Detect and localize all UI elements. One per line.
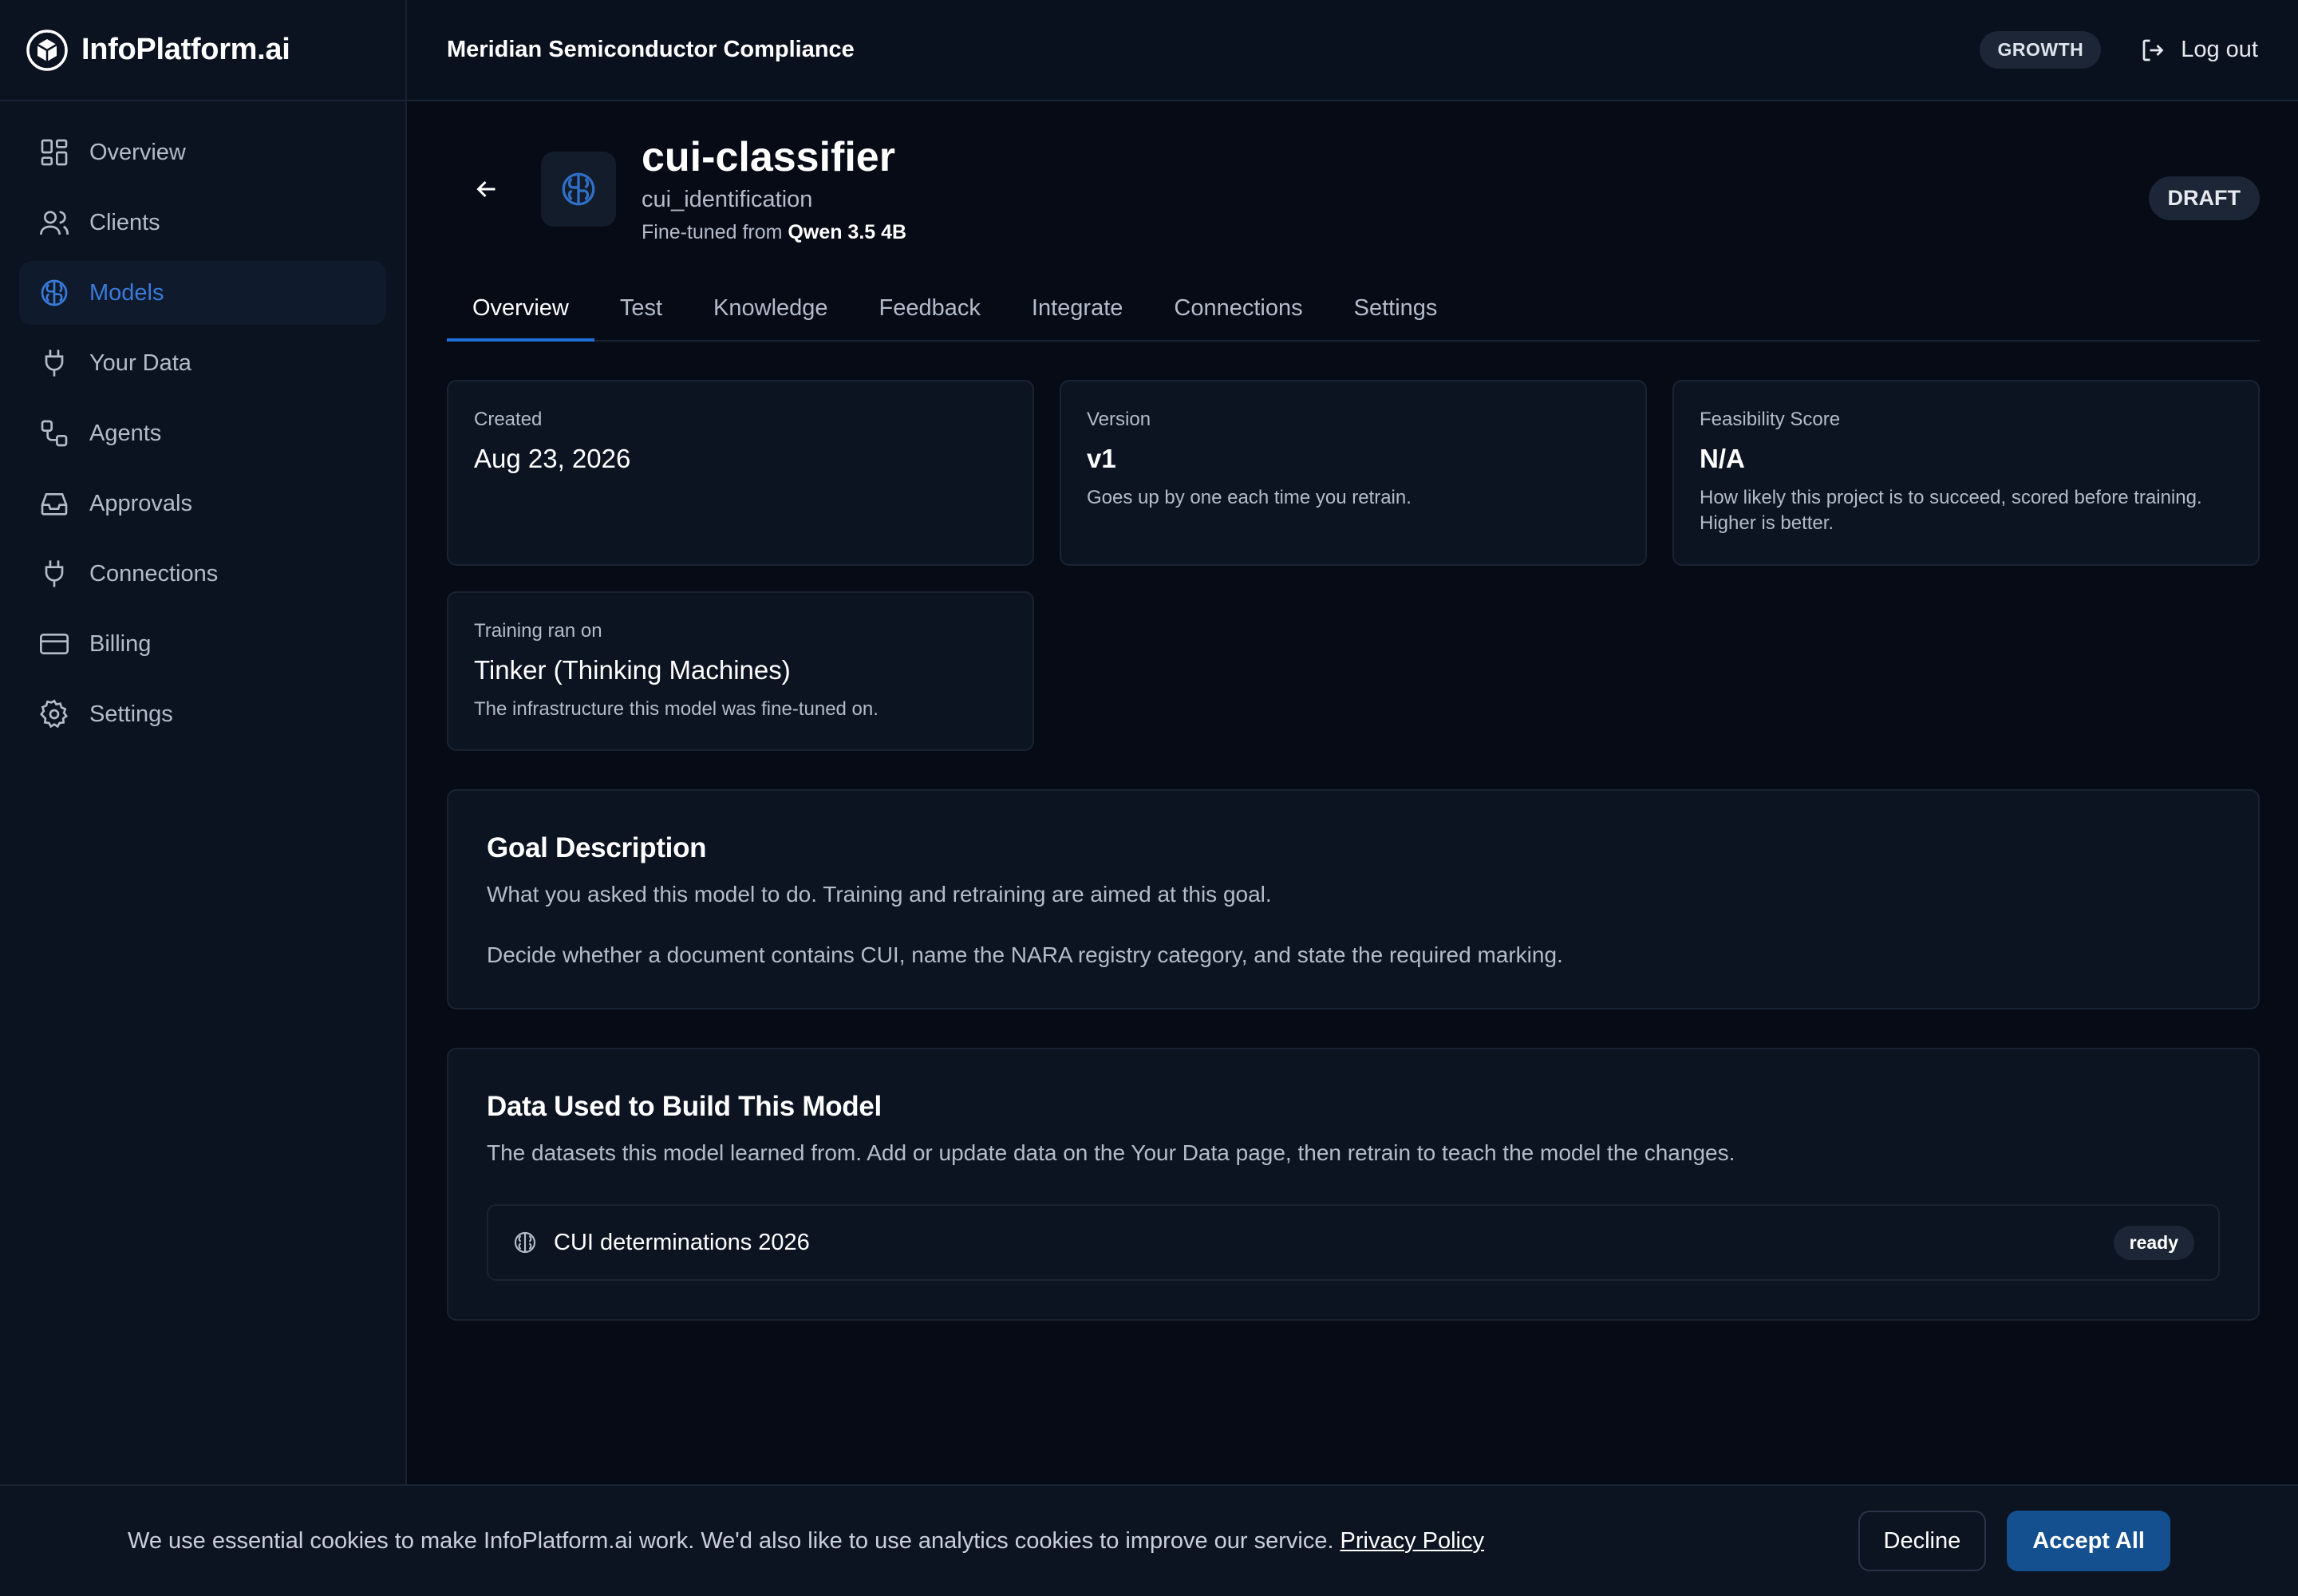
status-badge: DRAFT [2148,176,2260,220]
card-help: How likely this project is to succeed, s… [1700,487,2202,535]
sidebar-item-clients[interactable]: Clients [19,191,386,255]
grid-icon [41,139,68,166]
card-value: N/A [1700,444,1745,473]
section-title: Data Used to Build This Model [487,1091,882,1123]
cookie-actions: Decline Accept All [1858,1511,2170,1571]
sidebar-item-label: Settings [89,701,173,727]
accept-all-button[interactable]: Accept All [2007,1511,2170,1571]
section-subtitle: What you asked this model to do. Trainin… [487,882,1272,907]
tab-feedback[interactable]: Feedback [879,277,1006,340]
logout-icon [2142,39,2164,61]
model-base-name: Qwen 3.5 4B [788,220,907,243]
goal-text: Decide whether a document contains CUI, … [487,942,1563,968]
sidebar-item-label: Your Data [89,350,192,376]
tab-integrate[interactable]: Integrate [1032,277,1148,340]
status-badge: ready [2113,1225,2194,1260]
sidebar-item-models[interactable]: Models [19,261,386,325]
card-value: Tinker (Thinking Machines) [474,654,791,685]
decline-button[interactable]: Decline [1858,1511,1987,1571]
tab-overview[interactable]: Overview [447,277,594,342]
sidebar-item-label: Connections [89,560,219,587]
version-card: Version v1 Goes up by one each time you … [1060,380,1647,566]
sidebar-item-approvals[interactable]: Approvals [19,472,386,535]
logout-button[interactable]: Log out [2139,36,2258,65]
back-button[interactable] [463,165,511,213]
privacy-policy-link[interactable]: Privacy Policy [1340,1528,1485,1554]
sidebar-nav: Overview Clients Models Your Data Agents… [0,101,405,772]
sidebar-item-your-data[interactable]: Your Data [19,331,386,395]
sidebar-item-label: Models [89,279,164,306]
topbar-right: GROWTH Log out [1980,31,2258,69]
list-item[interactable]: CUI determinations 2026 ready [487,1204,2220,1282]
model-base-prefix: Fine-tuned from [642,220,783,243]
goal-panel: Goal Description What you asked this mod… [447,789,2260,1010]
brain-icon [514,1232,536,1254]
tab-bar: Overview Test Knowledge Feedback Integra… [447,277,2260,342]
sidebar: InfoPlatform.ai Overview Clients Models … [0,0,407,1596]
tab-test[interactable]: Test [620,277,688,340]
data-used-panel: Data Used to Build This Model The datase… [447,1048,2260,1321]
cookie-banner: We use essential cookies to make InfoPla… [0,1484,2298,1596]
sidebar-item-label: Agents [89,420,162,446]
card-value: v1 [1087,444,1116,473]
card-label: Training ran on [474,619,602,642]
sidebar-item-agents[interactable]: Agents [19,401,386,465]
model-slug: cui_identification [642,186,813,212]
card-help: The infrastructure this model was fine-t… [474,697,879,720]
sidebar-item-settings[interactable]: Settings [19,682,386,746]
tab-knowledge[interactable]: Knowledge [713,277,854,340]
created-card: Created Aug 23, 2026 [447,380,1034,566]
sidebar-item-label: Overview [89,139,186,165]
tab-connections[interactable]: Connections [1174,277,1328,340]
card-icon [40,634,69,654]
logout-label: Log out [2181,37,2258,62]
sidebar-item-label: Billing [89,630,152,657]
card-value: Aug 23, 2026 [474,444,631,473]
arrow-left-icon [476,180,496,198]
sidebar-item-label: Approvals [89,490,192,516]
plug-icon [45,560,64,587]
tab-settings[interactable]: Settings [1354,277,1463,340]
model-header: cui-classifier cui_identification Fine-t… [447,101,2260,277]
app-root: InfoPlatform.ai Overview Clients Models … [0,0,2298,1596]
cookie-text: We use essential cookies to make InfoPla… [128,1528,1484,1555]
brain-icon [41,279,68,306]
section-subtitle: The datasets this model learned from. Ad… [487,1140,1735,1166]
brain-icon [562,172,595,206]
org-name: Meridian Semiconductor Compliance [447,37,855,62]
brand-name: InfoPlatform.ai [81,33,290,66]
section-title: Goal Description [487,832,707,864]
cube-icon [26,29,68,71]
card-help: Goes up by one each time you retrain. [1087,487,1412,508]
training-card: Training ran on Tinker (Thinking Machine… [447,591,1034,752]
model-base: Fine-tuned from Qwen 3.5 4B [642,221,906,244]
card-label: Feasibility Score [1700,409,1841,430]
brand[interactable]: InfoPlatform.ai [0,0,405,101]
sidebar-item-billing[interactable]: Billing [19,612,386,676]
main-content: cui-classifier cui_identification Fine-t… [447,101,2260,1321]
topbar: Meridian Semiconductor Compliance GROWTH… [407,0,2298,101]
model-header-text: cui-classifier cui_identification Fine-t… [642,134,906,244]
card-label: Version [1087,409,1151,430]
plug-icon [45,350,64,377]
model-avatar [541,152,616,227]
sidebar-item-connections[interactable]: Connections [19,542,386,606]
feasibility-card: Feasibility Score N/A How likely this pr… [1672,380,2260,566]
inbox-icon [41,493,68,516]
page-title: cui-classifier [642,134,895,181]
workflow-icon [41,420,68,447]
card-label: Created [474,409,543,430]
users-icon [40,211,69,235]
gear-icon [40,699,69,729]
dataset-name: CUI determinations 2026 [554,1229,810,1255]
info-cards: Created Aug 23, 2026 Version v1 Goes up … [447,380,2260,752]
sidebar-item-overview[interactable]: Overview [19,120,386,184]
plan-badge: GROWTH [1980,31,2102,69]
cookie-message: We use essential cookies to make InfoPla… [128,1527,1334,1554]
sidebar-item-label: Clients [89,209,160,235]
